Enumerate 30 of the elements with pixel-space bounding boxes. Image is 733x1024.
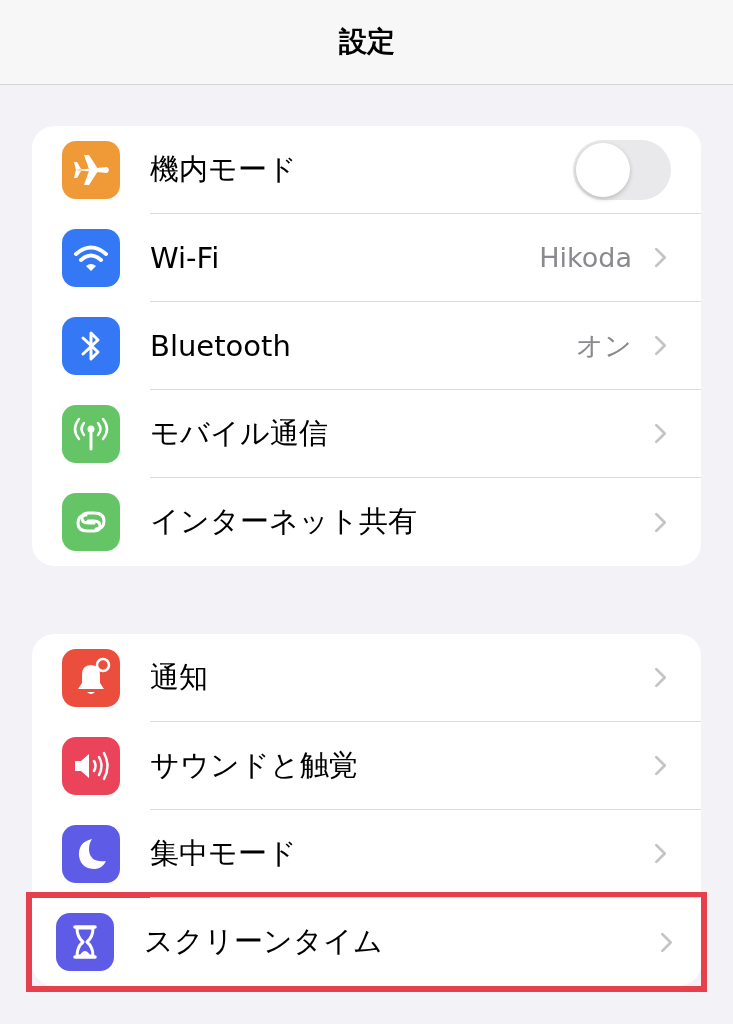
chevron-icon bbox=[654, 667, 667, 688]
settings-row[interactable]: インターネット共有 bbox=[32, 478, 701, 566]
row-label: スクリーンタイム bbox=[144, 923, 384, 960]
settings-row[interactable]: Wi-Fi Hikoda bbox=[32, 214, 701, 302]
row-label: Bluetooth bbox=[150, 328, 292, 363]
row-label: サウンドと触覚 bbox=[150, 746, 359, 784]
settings-row[interactable]: Bluetooth オン bbox=[32, 302, 701, 390]
row-label: インターネット共有 bbox=[150, 503, 418, 540]
row-label: 集中モード bbox=[150, 834, 298, 872]
row-label: 通知 bbox=[150, 658, 209, 696]
row-label: Wi-Fi bbox=[150, 240, 221, 275]
chevron-icon bbox=[660, 931, 673, 953]
row-label: モバイル通信 bbox=[150, 414, 329, 452]
chevron-icon bbox=[654, 335, 667, 356]
screen-title: 設定 bbox=[338, 24, 395, 60]
settings-row[interactable]: 通知 bbox=[32, 634, 701, 722]
row-value: Hikoda bbox=[539, 242, 632, 273]
settings-row[interactable]: モバイル通信 bbox=[32, 390, 701, 478]
chevron-icon bbox=[654, 843, 667, 864]
settings-row[interactable]: 集中モード bbox=[32, 810, 701, 898]
row-label: 機内モード bbox=[150, 150, 298, 188]
settings-row[interactable]: サウンドと触覚 bbox=[32, 722, 701, 810]
chevron-icon bbox=[654, 755, 667, 776]
toggle-switch[interactable] bbox=[573, 139, 671, 200]
chevron-icon bbox=[654, 511, 667, 533]
chevron-icon bbox=[654, 247, 667, 268]
settings-row[interactable]: スクリーンタイム bbox=[32, 898, 701, 986]
row-value: オン bbox=[576, 328, 632, 363]
chevron-icon bbox=[654, 423, 667, 444]
settings-row[interactable]: 機内モード bbox=[32, 126, 701, 214]
